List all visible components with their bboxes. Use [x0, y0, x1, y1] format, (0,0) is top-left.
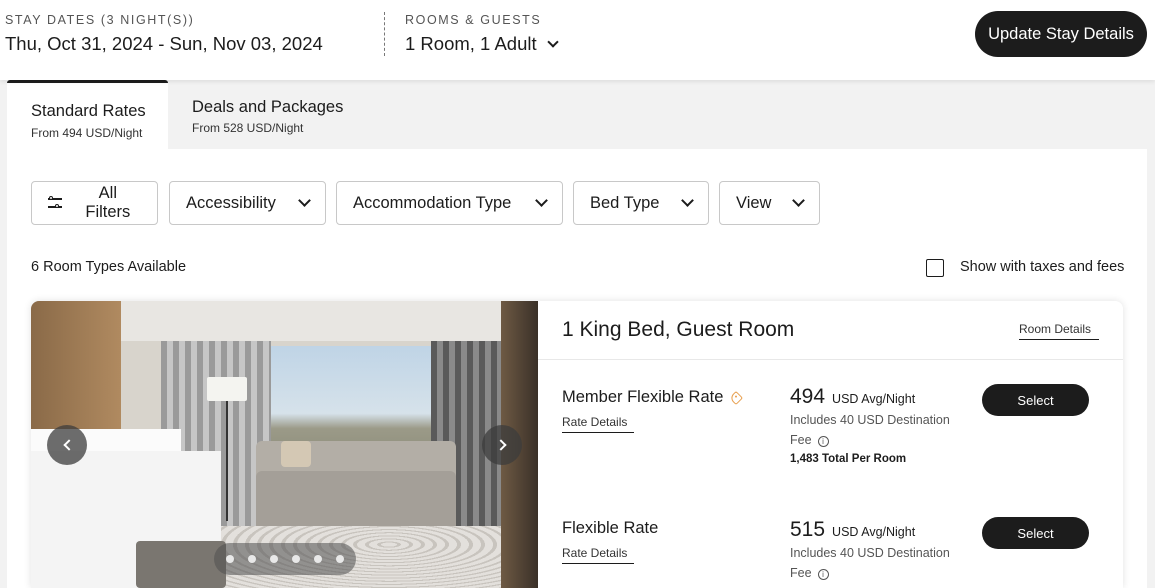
- chevron-down-icon: [298, 193, 311, 207]
- room-card: 1 King Bed, Guest Room Room Details Memb…: [31, 301, 1123, 588]
- rate-details-link[interactable]: Rate Details: [562, 415, 634, 433]
- chevron-down-icon: [546, 35, 559, 48]
- carousel-dot[interactable]: [248, 555, 256, 563]
- divider: [538, 359, 1123, 360]
- room-details-link[interactable]: Room Details: [1019, 322, 1099, 340]
- filter-sliders-icon: [48, 196, 62, 210]
- destination-fee-note: Includes 40 USD Destination Fee i: [790, 410, 960, 450]
- chevron-down-icon: [681, 193, 694, 207]
- chevron-down-icon: [792, 193, 805, 207]
- room-title: 1 King Bed, Guest Room: [562, 318, 795, 341]
- tab-subtitle: From 494 USD/Night: [31, 126, 143, 140]
- rate-details-link[interactable]: Rate Details: [562, 546, 634, 564]
- show-taxes-label[interactable]: Show with taxes and fees: [960, 259, 1124, 275]
- stay-search-bar: STAY DATES (3 NIGHT(S)) Thu, Oct 31, 202…: [0, 0, 1155, 80]
- carousel-dot[interactable]: [336, 555, 344, 563]
- select-rate-button[interactable]: Select: [982, 517, 1089, 549]
- fee-note-text: Includes 40 USD Destination Fee: [790, 546, 950, 580]
- fee-note-text: Includes 40 USD Destination Fee: [790, 413, 950, 447]
- tab-standard-rates[interactable]: Standard Rates From 494 USD/Night: [7, 80, 168, 149]
- room-types-count: 6 Room Types Available: [31, 259, 187, 275]
- destination-fee-note: Includes 40 USD Destination Fee i: [790, 543, 960, 583]
- header-divider: [384, 12, 385, 56]
- carousel-dot[interactable]: [292, 555, 300, 563]
- carousel-indicators: [214, 543, 356, 575]
- rooms-guests-value: 1 Room, 1 Adult: [405, 33, 537, 54]
- accessibility-filter-label: Accessibility: [186, 193, 276, 212]
- accommodation-type-filter-label: Accommodation Type: [353, 193, 512, 212]
- update-stay-details-button[interactable]: Update Stay Details: [975, 11, 1147, 57]
- chevron-down-icon: [535, 193, 548, 207]
- view-filter-label: View: [736, 193, 772, 212]
- bed-type-filter[interactable]: Bed Type: [573, 181, 709, 225]
- stay-dates-label: STAY DATES (3 NIGHT(S)): [5, 13, 195, 27]
- rate-name-text: Flexible Rate: [562, 519, 659, 537]
- all-filters-button[interactable]: All Filters: [31, 181, 158, 225]
- stay-dates-value[interactable]: Thu, Oct 31, 2024 - Sun, Nov 03, 2024: [5, 33, 323, 55]
- rate-name: Flexible Rate: [562, 519, 658, 538]
- tab-deals-packages[interactable]: Deals and Packages From 528 USD/Night: [168, 80, 398, 149]
- member-tag-icon: [729, 390, 744, 405]
- info-icon[interactable]: i: [817, 436, 829, 447]
- rate-tabs: Standard Rates From 494 USD/Night Deals …: [7, 80, 1147, 149]
- room-info: 1 King Bed, Guest Room Room Details Memb…: [538, 301, 1123, 588]
- rooms-guests-label: ROOMS & GUESTS: [405, 13, 542, 27]
- total-per-room: 1,483 Total Per Room: [790, 453, 907, 465]
- rooms-guests-field[interactable]: ROOMS & GUESTS 1 Room, 1 Adult: [405, 13, 559, 55]
- price-unit: USD Avg/Night: [832, 392, 916, 406]
- carousel-dot[interactable]: [314, 555, 322, 563]
- rooms-guests-dropdown[interactable]: 1 Room, 1 Adult: [405, 33, 559, 55]
- bed-type-filter-label: Bed Type: [590, 193, 660, 212]
- rate-name-text: Member Flexible Rate: [562, 388, 724, 406]
- carousel-dot[interactable]: [270, 555, 278, 563]
- tab-title: Standard Rates: [31, 102, 146, 120]
- all-filters-label: All Filters: [85, 184, 131, 221]
- price-amount: 494: [790, 385, 826, 408]
- info-icon[interactable]: i: [817, 569, 829, 580]
- tab-title: Deals and Packages: [192, 98, 344, 116]
- show-taxes-checkbox[interactable]: [926, 259, 944, 277]
- stay-dates-field[interactable]: STAY DATES (3 NIGHT(S)) Thu, Oct 31, 202…: [5, 13, 323, 55]
- carousel-next-button[interactable]: [482, 425, 522, 465]
- rate-name: Member Flexible Rate: [562, 388, 744, 407]
- accommodation-type-filter[interactable]: Accommodation Type: [336, 181, 563, 225]
- rate-price: 494 USD Avg/Night: [790, 385, 915, 409]
- price-amount: 515: [790, 518, 826, 541]
- carousel-prev-button[interactable]: [47, 425, 87, 465]
- view-filter[interactable]: View: [719, 181, 820, 225]
- chevron-left-icon: [62, 439, 75, 451]
- carousel-dot[interactable]: [226, 555, 234, 563]
- price-unit: USD Avg/Night: [832, 525, 916, 539]
- room-photo-carousel: [31, 301, 538, 588]
- tab-subtitle: From 528 USD/Night: [192, 121, 304, 135]
- rate-price: 515 USD Avg/Night: [790, 518, 915, 542]
- accessibility-filter[interactable]: Accessibility: [169, 181, 326, 225]
- chevron-right-icon: [494, 439, 507, 451]
- select-rate-button[interactable]: Select: [982, 384, 1089, 416]
